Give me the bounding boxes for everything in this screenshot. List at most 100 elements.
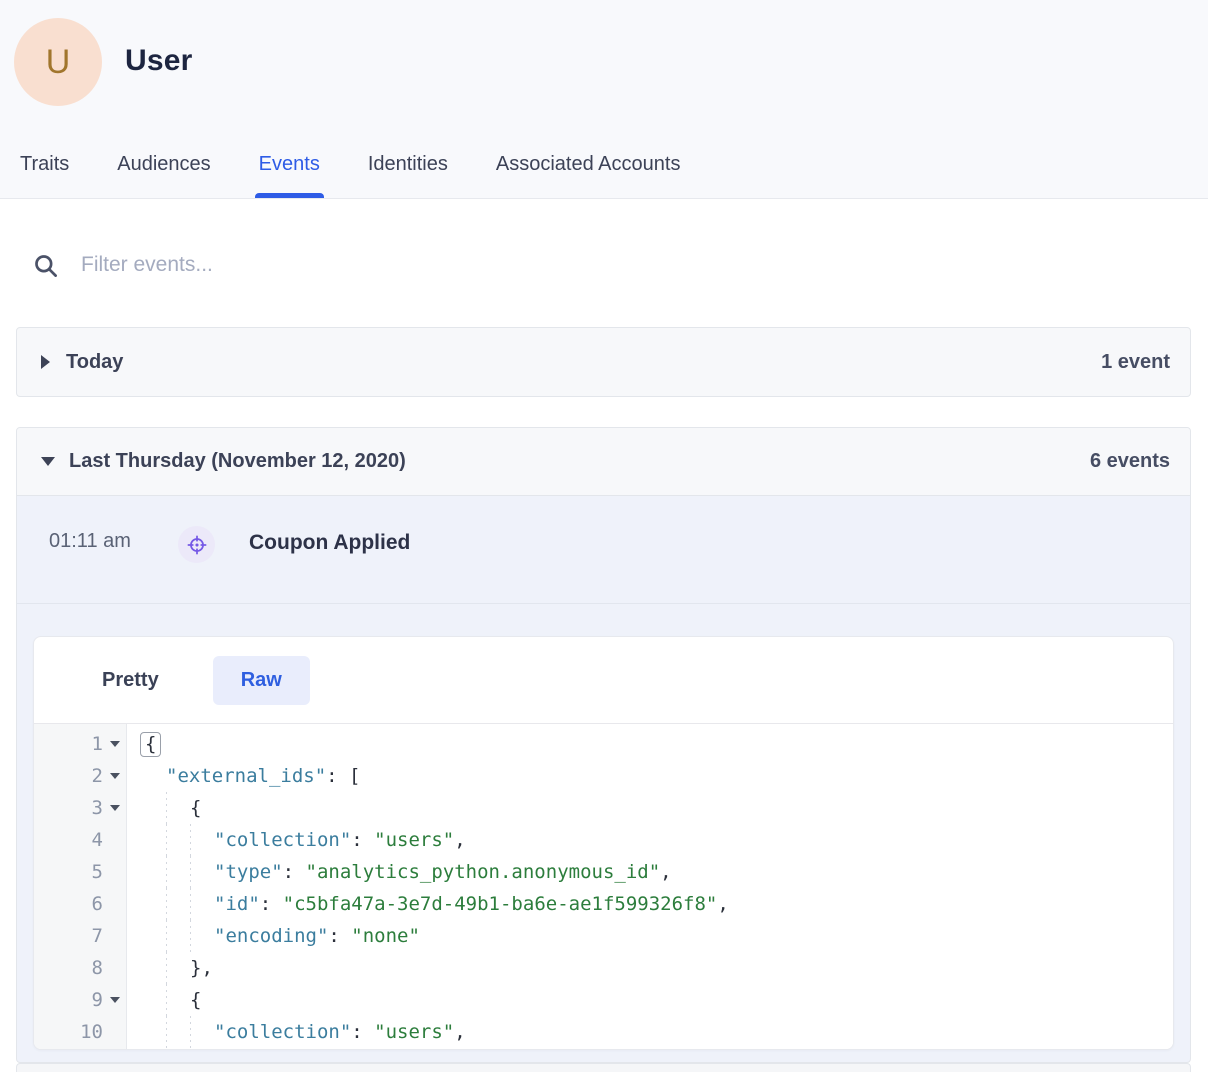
event-payload-viewer: PrettyRaw 1{2"external_ids": [3{4"collec…	[33, 636, 1174, 1050]
token-key: "type"	[214, 861, 283, 883]
fold-slot	[107, 952, 127, 984]
token-punc: {	[190, 989, 201, 1011]
chevron-right-icon	[41, 355, 50, 369]
token-str: "users"	[374, 1021, 454, 1043]
fold-slot	[107, 760, 127, 792]
code-line: 5 "type": "analytics_python.anonymous_id"…	[34, 856, 1173, 888]
indent-guide	[142, 792, 166, 824]
mode-tab-pretty[interactable]: Pretty	[74, 656, 187, 705]
search-icon	[32, 252, 59, 279]
json-code-editor[interactable]: 1{2"external_ids": [3{4"collection": "us…	[34, 724, 1173, 1050]
line-number: 6	[34, 888, 107, 920]
indent-guide	[142, 952, 166, 984]
indent-guide	[142, 1016, 166, 1048]
indent-guide	[166, 888, 190, 920]
code-line: 6 "id": "c5bfa47a-3e7d-49b1-ba6e-ae1f5993…	[34, 888, 1173, 920]
event-group-last-thursday: Last Thursday (November 12, 2020) 6 even…	[16, 427, 1191, 1063]
event-name: Coupon Applied	[249, 531, 410, 555]
tab-traits[interactable]: Traits	[20, 131, 69, 198]
token-punc: :	[351, 1021, 374, 1043]
token-key: "encoding"	[214, 925, 328, 947]
token-punc: :	[260, 893, 283, 915]
code-line-text: {	[127, 984, 201, 1016]
mode-tab-raw[interactable]: Raw	[213, 656, 310, 705]
event-filter-row	[32, 240, 1172, 290]
tab-audiences[interactable]: Audiences	[117, 131, 210, 198]
tab-label: Events	[259, 153, 320, 176]
fold-slot	[107, 1016, 127, 1048]
line-number: 3	[34, 792, 107, 824]
token-key: "collection"	[214, 829, 351, 851]
line-number: 5	[34, 856, 107, 888]
code-line-text: "id": "c5bfa47a-3e7d-49b1-ba6e-ae1f59932…	[127, 888, 729, 920]
token-punc: :	[351, 829, 374, 851]
tab-events[interactable]: Events	[259, 131, 320, 198]
event-row-coupon-applied[interactable]: 01:11 am Coupon Applied	[17, 496, 1190, 604]
indent-guide	[142, 760, 166, 792]
avatar-letter: U	[46, 43, 71, 82]
code-line-text: },	[127, 952, 213, 984]
fold-arrow-icon[interactable]	[110, 773, 120, 779]
line-gutter: 1	[34, 728, 127, 760]
profile-tabs: Traits Audiences Events Identities Associate…	[0, 131, 728, 198]
token-str: "c5bfa47a-3e7d-49b1-ba6e-ae1f599326f8"	[283, 893, 718, 915]
line-gutter: 2	[34, 760, 127, 792]
indent-guide	[142, 856, 166, 888]
fold-slot	[107, 856, 127, 888]
code-line-text: "type": "analytics_python.anonymous_id",	[127, 856, 672, 888]
code-line-text: {	[127, 792, 201, 824]
fold-arrow-icon[interactable]	[110, 997, 120, 1003]
fold-arrow-icon[interactable]	[110, 805, 120, 811]
fold-slot	[107, 888, 127, 920]
group-label: Last Thursday (November 12, 2020)	[69, 450, 406, 473]
user-profile-page: U User Traits Audiences Events Identities As…	[0, 0, 1208, 1072]
payload-view-mode-tabs: Pretty Raw	[34, 637, 1173, 724]
code-line: 4 "collection": "users",	[34, 824, 1173, 856]
fold-arrow-icon[interactable]	[110, 741, 120, 747]
token-punc: },	[190, 957, 213, 979]
token-str: "users"	[374, 829, 454, 851]
filter-events-input[interactable]	[81, 253, 981, 277]
token-punc: :	[283, 861, 306, 883]
page-title: User	[125, 44, 193, 78]
code-line-text: "external_ids": [	[127, 760, 360, 792]
tab-label: Identities	[368, 153, 448, 176]
token-punc: ,	[454, 829, 465, 851]
fold-slot	[107, 792, 127, 824]
tab-label: Audiences	[117, 153, 210, 176]
indent-guide	[166, 984, 190, 1016]
indent-guide	[190, 920, 214, 952]
indent-guide	[166, 856, 190, 888]
active-tab-underline	[255, 193, 324, 198]
token-punc: {	[190, 797, 201, 819]
line-number: 7	[34, 920, 107, 952]
event-time: 01:11 am	[49, 530, 174, 553]
matched-brace-highlight: {	[140, 732, 161, 757]
token-punc: ,	[454, 1021, 465, 1043]
tab-label: Associated Accounts	[496, 153, 681, 176]
indent-guide	[142, 984, 166, 1016]
indent-guide	[190, 1016, 214, 1048]
line-number: 9	[34, 984, 107, 1016]
line-gutter: 3	[34, 792, 127, 824]
line-number: 4	[34, 824, 107, 856]
token-key: "id"	[214, 893, 260, 915]
code-line: 9{	[34, 984, 1173, 1016]
event-group-today-header[interactable]: Today 1 event	[17, 328, 1190, 396]
tab-label: Traits	[20, 153, 69, 176]
token-punc: :	[328, 925, 351, 947]
line-gutter: 10	[34, 1016, 127, 1048]
event-group-today: Today 1 event	[16, 327, 1191, 397]
event-icon-badge	[178, 526, 215, 563]
tab-identities[interactable]: Identities	[368, 131, 448, 198]
code-line-text: "encoding": "none"	[127, 920, 420, 952]
token-punc: : [	[326, 765, 360, 787]
line-gutter: 5	[34, 856, 127, 888]
line-gutter: 9	[34, 984, 127, 1016]
event-group-last-thursday-header[interactable]: Last Thursday (November 12, 2020) 6 even…	[17, 428, 1190, 496]
code-line-text: "collection": "users",	[127, 1016, 466, 1048]
tab-associated-accounts[interactable]: Associated Accounts	[496, 131, 681, 198]
code-line: 7 "encoding": "none"	[34, 920, 1173, 952]
code-line: 3{	[34, 792, 1173, 824]
token-str: "none"	[351, 925, 420, 947]
